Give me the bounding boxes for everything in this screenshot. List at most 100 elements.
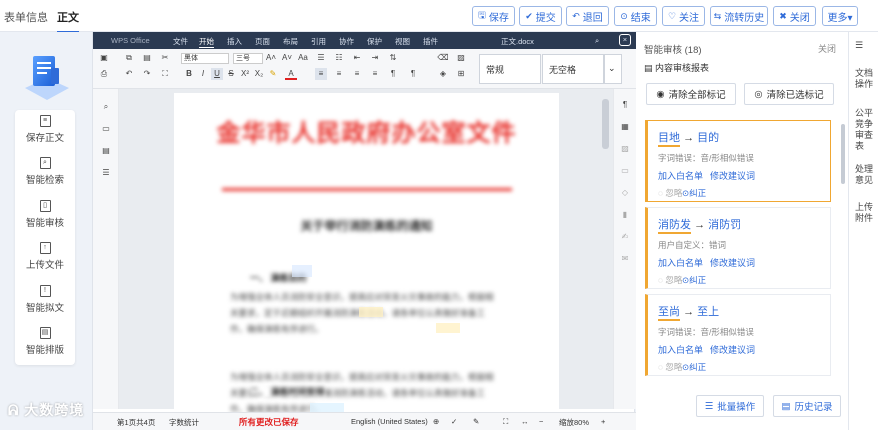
rail-item-upload-attachment[interactable]: 上传附件 xyxy=(855,202,875,224)
add-whitelist-link[interactable]: 加入白名单 xyxy=(658,256,703,269)
tab-body[interactable]: 正文 xyxy=(57,9,79,33)
menu-plugin[interactable]: 插件 xyxy=(423,36,438,47)
globe-icon[interactable]: ⊕ xyxy=(433,417,439,426)
ignore-link[interactable]: ◌ 忽略 xyxy=(658,187,682,199)
text-direction-icon[interactable]: ⇅ xyxy=(387,52,399,64)
chat-icon[interactable]: ▤ xyxy=(100,145,112,157)
undo-icon[interactable]: ↶ xyxy=(123,68,135,80)
bold-icon[interactable]: B xyxy=(183,68,195,80)
font-color-icon[interactable]: A xyxy=(285,68,297,80)
word-count[interactable]: 字数统计 xyxy=(169,417,199,428)
language-select[interactable]: English (United States) xyxy=(351,417,428,426)
rail-item-fair-review[interactable]: 公平竞争审查表 xyxy=(855,108,875,152)
mail-icon[interactable]: ✉ xyxy=(619,253,631,265)
sidebar-item-save-body[interactable]: ≡ 保存正文 xyxy=(15,112,75,152)
style-normal[interactable]: 常规 xyxy=(479,54,541,84)
subscript-icon[interactable]: X₂ xyxy=(253,68,265,80)
review-report-link[interactable]: ▤ 内容审核报表 xyxy=(644,61,709,74)
fix-link[interactable]: ⊙纠正 xyxy=(682,187,706,199)
paste-icon[interactable]: ▤ xyxy=(141,52,153,64)
menu-collab[interactable]: 协作 xyxy=(339,36,354,47)
clear-selected-marks-button[interactable]: ◎ 清除已选标记 xyxy=(744,83,834,105)
save-button[interactable]: 🖫 保存 xyxy=(472,6,515,26)
eraser-icon[interactable]: ⌫ xyxy=(437,52,449,64)
follow-button[interactable]: ♡ 关注 xyxy=(662,6,705,26)
add-whitelist-link[interactable]: 加入白名单 xyxy=(658,169,703,182)
line-spacing-icon[interactable]: ¶ xyxy=(387,68,399,80)
strikethrough-icon[interactable]: S xyxy=(225,68,237,80)
sidebar-item-smart-layout[interactable]: ▤ 智能排版 xyxy=(15,324,75,364)
spellcheck-icon[interactable]: ✓ xyxy=(451,417,457,426)
image-icon[interactable]: ▨ xyxy=(455,52,467,64)
sidebar-item-smart-search[interactable]: ⌕ 智能检索 xyxy=(15,154,75,194)
close-editor-icon[interactable]: × xyxy=(619,34,631,46)
superscript-icon[interactable]: X² xyxy=(239,68,251,80)
cut-icon[interactable]: ✂ xyxy=(159,52,171,64)
indent-left-icon[interactable]: ⇤ xyxy=(351,52,363,64)
copy-icon[interactable]: ⧉ xyxy=(123,52,135,64)
number-list-icon[interactable]: ☷ xyxy=(333,52,345,64)
modify-suggestion-link[interactable]: 修改建议词 xyxy=(710,169,755,182)
style-no-spacing[interactable]: 无空格 xyxy=(542,54,604,84)
doc-scrollbar[interactable] xyxy=(602,99,609,149)
signature-icon[interactable]: ✍ xyxy=(619,231,631,243)
menu-reference[interactable]: 引用 xyxy=(311,36,326,47)
review-item[interactable]: 消防发 → 消防罚 用户自定义：错词 加入白名单 修改建议词 ◌ 忽略 ⊙纠正 xyxy=(645,207,831,289)
shrink-font-icon[interactable]: A˅ xyxy=(281,52,293,64)
close-button[interactable]: ✖ 关闭 xyxy=(773,6,816,26)
align-left-icon[interactable]: ≡ xyxy=(315,68,327,80)
frame-icon[interactable]: ▭ xyxy=(619,165,631,177)
border-icon[interactable]: ⊞ xyxy=(455,68,467,80)
menu-file[interactable]: 文件 xyxy=(173,36,188,47)
menu-page[interactable]: 页面 xyxy=(255,36,270,47)
print-icon[interactable]: ⎙ xyxy=(98,68,110,80)
zoom-out-icon[interactable]: − xyxy=(539,417,543,426)
indent-right-icon[interactable]: ⇥ xyxy=(369,52,381,64)
font-name-select[interactable]: 黑体 xyxy=(181,53,229,64)
align-center-icon[interactable]: ≡ xyxy=(333,68,345,80)
font-size-select[interactable]: 三号 xyxy=(233,53,263,64)
add-whitelist-link[interactable]: 加入白名单 xyxy=(658,343,703,356)
sidebar-item-upload-file[interactable]: ↑ 上传文件 xyxy=(15,239,75,279)
shape-icon[interactable]: ◇ xyxy=(619,187,631,199)
review-scrollbar[interactable] xyxy=(841,124,845,184)
sidebar-item-smart-review[interactable]: ▯ 智能审核 xyxy=(15,197,75,237)
more-button[interactable]: 更多▾ xyxy=(822,6,858,26)
modify-suggestion-link[interactable]: 修改建议词 xyxy=(710,256,755,269)
grow-font-icon[interactable]: A˄ xyxy=(265,52,277,64)
underline-icon[interactable]: U xyxy=(211,68,223,80)
flow-history-button[interactable]: ⇆ 流转历史 xyxy=(710,6,768,26)
fit-width-icon[interactable]: ↔ xyxy=(521,417,529,426)
picture-icon[interactable]: ▨ xyxy=(619,143,631,155)
batch-operation-button[interactable]: ☰ 批量操作 xyxy=(696,395,764,417)
highlight-icon[interactable]: ✎ xyxy=(267,68,279,80)
italic-icon[interactable]: I xyxy=(197,68,209,80)
fix-link[interactable]: ⊙纠正 xyxy=(682,361,706,373)
menu-insert[interactable]: 插入 xyxy=(227,36,242,47)
paragraph-mark-icon[interactable]: ¶ xyxy=(619,99,631,111)
bullet-list-icon[interactable]: ☰ xyxy=(315,52,327,64)
ignore-link[interactable]: ◌ 忽略 xyxy=(658,361,682,373)
submit-button[interactable]: ✔ 提交 xyxy=(519,6,562,26)
clear-all-marks-button[interactable]: ◉ 清除全部标记 xyxy=(646,83,736,105)
paragraph-icon[interactable]: ¶ xyxy=(407,68,419,80)
search-icon[interactable]: ⌕ xyxy=(595,36,599,46)
zoom-in-icon[interactable]: + xyxy=(601,417,605,426)
redo-icon[interactable]: ↷ xyxy=(141,68,153,80)
menu-home[interactable]: 开始 xyxy=(199,36,214,48)
style-expand-icon[interactable]: ⌄ xyxy=(604,54,622,84)
return-button[interactable]: ↶ 退回 xyxy=(566,6,609,26)
shading-icon[interactable]: ◈ xyxy=(437,68,449,80)
rail-item-opinion[interactable]: 处理意见 xyxy=(855,164,875,186)
comment-icon[interactable]: ▭ xyxy=(100,123,112,135)
end-button[interactable]: ⊙ 结束 xyxy=(614,6,657,26)
align-right-icon[interactable]: ≡ xyxy=(351,68,363,80)
save-doc-icon[interactable]: ▣ xyxy=(98,52,110,64)
modify-suggestion-link[interactable]: 修改建议词 xyxy=(710,343,755,356)
table-icon[interactable]: ▦ xyxy=(619,121,631,133)
outline-icon[interactable]: ☰ xyxy=(100,167,112,179)
fix-link[interactable]: ⊙纠正 xyxy=(682,274,706,286)
history-button[interactable]: ▤ 历史记录 xyxy=(773,395,841,417)
tab-form-info[interactable]: 表单信息 xyxy=(4,9,48,25)
menu-layout[interactable]: 布局 xyxy=(283,36,298,47)
